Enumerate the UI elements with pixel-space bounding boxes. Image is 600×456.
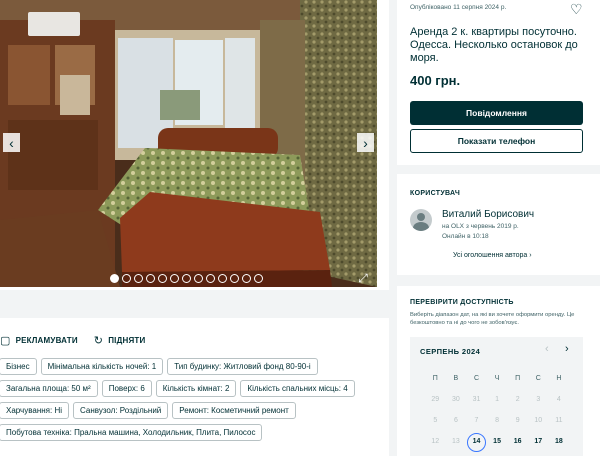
promote-button[interactable]: ▢ РЕКЛАМУВАТИ bbox=[0, 334, 78, 347]
prev-photo-button[interactable]: ‹ bbox=[3, 133, 20, 152]
calendar-weekday: П bbox=[432, 375, 438, 382]
gallery-dot[interactable] bbox=[110, 274, 119, 283]
all-ads-label: Усі оголошення автора bbox=[453, 252, 528, 259]
calendar-day[interactable]: 17 bbox=[528, 436, 549, 448]
published-date: Опубліковано 11 серпня 2024 р. bbox=[410, 4, 507, 11]
param-tag: Кількість спальних місць: 4 bbox=[240, 380, 355, 397]
gallery-dot[interactable] bbox=[254, 274, 263, 283]
calendar-day: 7 bbox=[474, 417, 479, 424]
calendar-next-button[interactable]: › bbox=[565, 343, 569, 355]
param-tag: Поверх: 6 bbox=[101, 380, 152, 397]
param-tag: Харчування: Ні bbox=[0, 402, 70, 419]
listing-actions: ▢ РЕКЛАМУВАТИ ↻ ПІДНЯТИ bbox=[0, 334, 145, 347]
gallery-dot[interactable] bbox=[170, 274, 179, 283]
heart-icon[interactable]: ♡ bbox=[570, 1, 583, 18]
calendar-day: 4 bbox=[556, 396, 561, 403]
calendar-day: 10 bbox=[534, 417, 543, 424]
calendar-day-today[interactable]: 14 bbox=[466, 433, 486, 452]
gallery-card: ‹ › ⤢ bbox=[0, 0, 389, 290]
user-name[interactable]: Виталий Борисович bbox=[442, 209, 534, 220]
calendar-day[interactable]: 18 bbox=[549, 436, 570, 448]
calendar-day: 1 bbox=[495, 396, 500, 403]
gallery-dot[interactable] bbox=[230, 274, 239, 283]
gallery-dot[interactable] bbox=[134, 274, 143, 283]
gallery-dot[interactable] bbox=[146, 274, 155, 283]
calendar-day: 6 bbox=[453, 417, 458, 424]
calendar-day: 8 bbox=[495, 417, 500, 424]
chevron-left-icon: ‹ bbox=[545, 343, 549, 355]
calendar-day: 30 bbox=[451, 396, 460, 403]
param-tag: Кількість кімнат: 2 bbox=[155, 380, 237, 397]
raise-icon: ↻ bbox=[93, 335, 104, 347]
calendar-month: СЕРПЕНЬ 2024 bbox=[420, 347, 481, 356]
param-tag: Загальна площа: 50 м² bbox=[0, 380, 98, 397]
param-tag: Бізнес bbox=[0, 358, 37, 375]
gallery-dot[interactable] bbox=[158, 274, 167, 283]
calendar-day: 9 bbox=[515, 417, 520, 424]
chevron-left-icon: ‹ bbox=[9, 134, 14, 151]
next-photo-button[interactable]: › bbox=[357, 133, 374, 152]
calendar-grid: П В С Ч П С Н 29 30 31 1 2 3 4 5 6 7 8 9 10 11 12 13 14 15 16 17 18 bbox=[425, 373, 575, 452]
calendar-weekday: С bbox=[473, 375, 480, 382]
calendar-day: 31 bbox=[472, 396, 481, 403]
promote-label: РЕКЛАМУВАТИ bbox=[15, 336, 78, 345]
chevron-right-icon: › bbox=[363, 134, 368, 151]
param-tag: Тип будинку: Житловий фонд 80-90-і bbox=[167, 358, 318, 375]
calendar-day[interactable]: 16 bbox=[507, 436, 528, 448]
param-tag: Мінімальна кількість ночей: 1 bbox=[40, 358, 164, 375]
calendar-weekday: П bbox=[515, 375, 521, 382]
param-tag: Ремонт: Косметичний ремонт bbox=[172, 402, 296, 419]
gallery-dot[interactable] bbox=[194, 274, 203, 283]
listing-price: 400 грн. bbox=[410, 73, 461, 88]
fullscreen-icon[interactable]: ⤢ bbox=[356, 271, 370, 285]
calendar-prev-button[interactable]: ‹ bbox=[545, 343, 549, 355]
calendar-day: 13 bbox=[451, 438, 460, 445]
calendar-weekday: В bbox=[453, 375, 459, 382]
chevron-right-icon: › bbox=[529, 252, 532, 259]
gallery-dot[interactable] bbox=[206, 274, 215, 283]
listing-photo[interactable] bbox=[0, 0, 377, 287]
gallery-dot[interactable] bbox=[218, 274, 227, 283]
user-online: Онлайн в 10:18 bbox=[442, 233, 489, 240]
promote-icon: ▢ bbox=[0, 335, 11, 347]
avatar-icon[interactable] bbox=[410, 209, 432, 231]
show-phone-button[interactable]: Показати телефон bbox=[410, 129, 583, 153]
listing-title: Аренда 2 к. квартиры посуточно. Одесса. … bbox=[410, 26, 578, 64]
calendar-day: 11 bbox=[555, 417, 563, 424]
calendar-weekday: С bbox=[535, 375, 541, 382]
calendar-weekday: Н bbox=[556, 375, 562, 382]
calendar-day: 5 bbox=[433, 417, 438, 424]
message-button[interactable]: Повідомлення bbox=[410, 101, 583, 125]
gallery-dot[interactable] bbox=[182, 274, 191, 283]
all-ads-link[interactable]: Усі оголошення автора › bbox=[453, 252, 532, 259]
availability-title: ПЕРЕВІРИТИ ДОСТУПНІСТЬ bbox=[410, 299, 514, 306]
calendar-weekday: Ч bbox=[494, 375, 500, 382]
chevron-right-icon: › bbox=[565, 343, 569, 355]
gallery-dots bbox=[110, 274, 263, 283]
raise-label: ПІДНЯТИ bbox=[108, 336, 146, 345]
param-tag: Побутова техніка: Пральна машина, Холоди… bbox=[0, 424, 263, 441]
calendar-day: 2 bbox=[515, 396, 520, 403]
calendar-day: 12 bbox=[431, 438, 440, 445]
gallery-dot[interactable] bbox=[122, 274, 131, 283]
calendar-day: 3 bbox=[536, 396, 541, 403]
param-tags: Бізнес Мінімальна кількість ночей: 1 Тип б… bbox=[0, 358, 384, 441]
user-section-title: КОРИСТУВАЧ bbox=[410, 190, 461, 197]
availability-description: Виберіть діапазон дат, на які ви хочете … bbox=[410, 312, 575, 326]
calendar-day[interactable]: 15 bbox=[487, 436, 508, 448]
raise-button[interactable]: ↻ ПІДНЯТИ bbox=[94, 334, 146, 347]
gallery-dot[interactable] bbox=[242, 274, 251, 283]
user-since: на OLX з червень 2019 р. bbox=[442, 223, 519, 230]
param-tag: Санвузол: Роздільний bbox=[73, 402, 169, 419]
calendar-day: 29 bbox=[431, 396, 440, 403]
